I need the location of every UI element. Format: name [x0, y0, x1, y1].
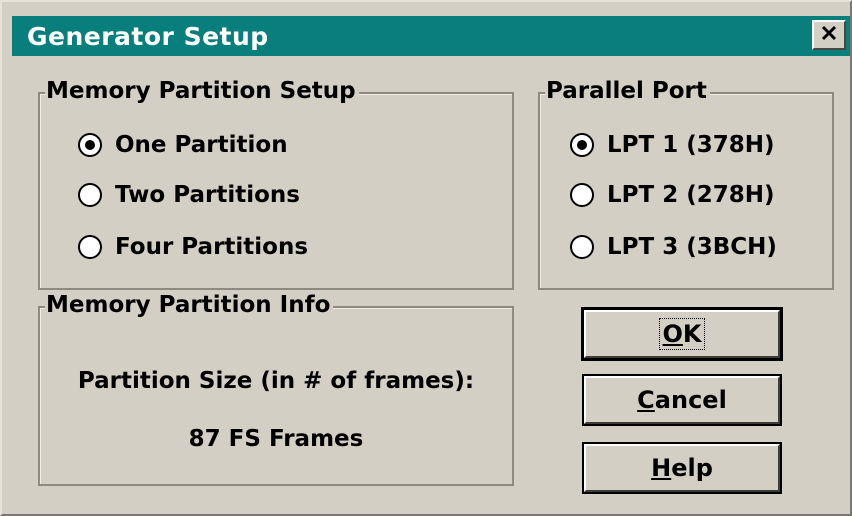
parallel-port-label: Parallel Port [545, 77, 710, 106]
help-button[interactable]: Help [582, 442, 782, 494]
memory-partition-setup-group: Memory Partition Setup One Partition Two… [38, 77, 514, 290]
option-label: LPT 2 (278H) [607, 182, 775, 208]
radio-button[interactable] [78, 235, 102, 259]
cancel-button-label: Cancel [637, 386, 727, 414]
radio-button[interactable] [570, 183, 594, 207]
ok-button-label: OK [659, 318, 705, 350]
radio-two-partitions[interactable]: Two Partitions [78, 182, 300, 208]
dialog-title: Generator Setup [27, 21, 269, 51]
ok-button[interactable]: OK [581, 307, 783, 361]
option-label: Four Partitions [115, 234, 309, 260]
option-label: LPT 3 (3BCH) [607, 234, 777, 260]
option-label: Two Partitions [115, 182, 300, 208]
radio-four-partitions[interactable]: Four Partitions [78, 234, 308, 260]
title-bar: Generator Setup [12, 16, 850, 56]
radio-dot [85, 140, 95, 150]
option-label: One Partition [115, 132, 288, 158]
radio-one-partition[interactable]: One Partition [78, 132, 288, 158]
radio-dot [577, 140, 587, 150]
partition-size-label: Partition Size (in # of frames): [77, 368, 475, 394]
radio-button[interactable] [570, 235, 594, 259]
radio-lpt1[interactable]: LPT 1 (378H) [570, 132, 775, 158]
partition-size-value: 87 FS Frames [188, 426, 364, 452]
radio-button[interactable] [78, 183, 102, 207]
radio-button-selected[interactable] [570, 133, 594, 157]
close-icon [820, 24, 838, 46]
radio-lpt2[interactable]: LPT 2 (278H) [570, 182, 775, 208]
close-button[interactable] [812, 20, 846, 50]
help-button-label: Help [651, 454, 713, 482]
memory-partition-info-label: Memory Partition Info [45, 291, 334, 320]
radio-lpt3[interactable]: LPT 3 (3BCH) [570, 234, 777, 260]
memory-partition-info-group: Memory Partition Info Partition Size (in… [38, 291, 514, 486]
option-label: LPT 1 (378H) [607, 132, 775, 158]
memory-partition-setup-label: Memory Partition Setup [45, 77, 359, 106]
parallel-port-group: Parallel Port LPT 1 (378H) LPT 2 (278H) … [538, 77, 834, 290]
radio-button-selected[interactable] [78, 133, 102, 157]
generator-setup-dialog: Generator Setup Memory Partition Setup O… [0, 0, 852, 516]
cancel-button[interactable]: Cancel [582, 374, 782, 426]
